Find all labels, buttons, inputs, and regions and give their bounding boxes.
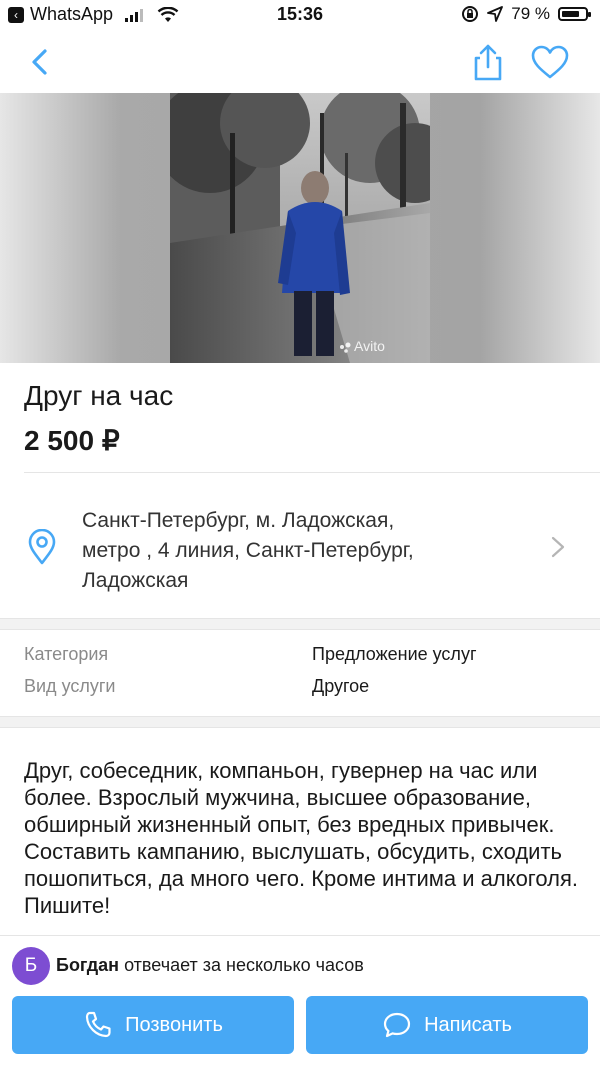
address-line: Санкт-Петербург, м. Ладожская, [82,509,395,532]
chat-bubble-icon [383,1012,411,1038]
call-button[interactable]: Позвонить [12,996,294,1054]
status-bar: ‹ WhatsApp 15:36 79 % [0,0,600,32]
call-button-label: Позвонить [125,1013,223,1036]
message-button[interactable]: Написать [306,996,588,1054]
location-pin-icon [28,529,56,565]
param-label-service-type: Вид услуги [24,676,116,696]
listing-price: 2 500 ₽ [24,425,120,456]
param-label-category: Категория [24,644,109,664]
orientation-lock-icon [462,6,479,22]
seller-info[interactable]: Богдан отвечает за несколько часов [56,955,364,976]
location-arrow-icon [487,6,504,22]
seller-name: Богдан [56,955,120,975]
phone-icon [86,1011,111,1038]
param-value-service-type: Другое [312,676,370,696]
avito-watermark: Avito [354,338,385,354]
seller-response-time: отвечает за несколько часов [119,955,364,975]
heart-icon[interactable] [528,42,572,82]
address-text: Санкт-Петербург, м. Ладожская, метро , 4… [82,506,522,596]
back-chevron-icon[interactable] [24,42,64,82]
address-line: Ладожская [82,569,189,592]
battery-icon [558,7,591,21]
param-value-category: Предложение услуг [312,644,477,664]
photo-gallery[interactable]: Avito [0,93,600,363]
message-button-label: Написать [424,1013,512,1036]
section-separator [0,716,600,728]
chevron-right-icon [551,536,565,558]
nav-bar [0,32,600,92]
status-right: 79 % [461,4,591,24]
address-row[interactable]: Санкт-Петербург, м. Ладожская, метро , 4… [0,473,600,618]
listing-description: Друг, собеседник, компаньон, гувернер на… [24,758,578,918]
listing-title: Друг на час [24,380,174,411]
address-line: метро , 4 линия, Санкт-Петербург, [82,539,414,562]
listing-photo[interactable]: Avito [170,93,430,363]
divider [0,935,600,936]
section-separator [0,618,600,630]
seller-avatar[interactable]: Б [12,947,50,985]
battery-percent: 79 % [511,4,550,23]
share-icon[interactable] [468,42,508,82]
